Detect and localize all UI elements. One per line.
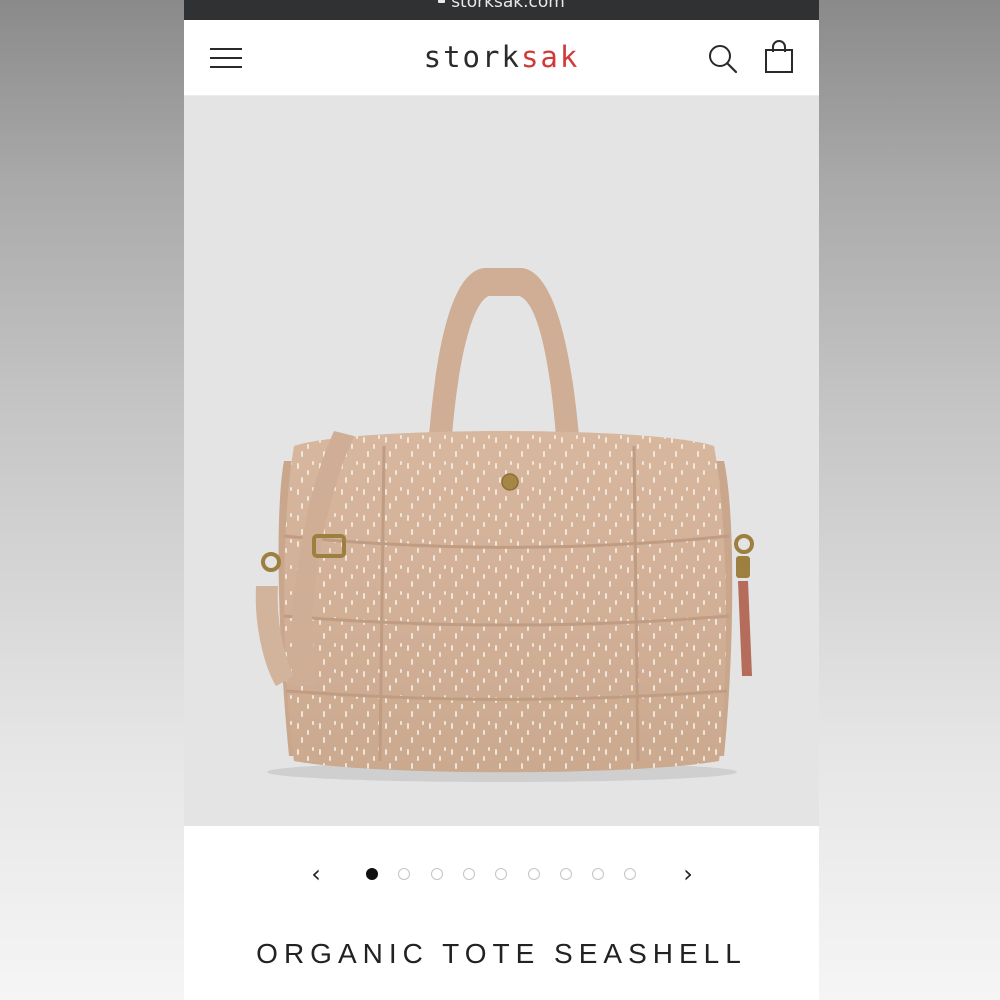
logo-accent: sak <box>520 40 580 74</box>
tote-bag-illustration <box>255 268 754 782</box>
carousel-dot[interactable] <box>559 868 572 880</box>
phone-screen: storksak.com storksak ‹ › ORGANIC TOTE S… <box>184 0 819 1000</box>
product-image[interactable] <box>184 96 819 826</box>
carousel-dot[interactable] <box>495 868 508 880</box>
carousel-dot[interactable] <box>430 868 443 880</box>
carousel-prev-arrow[interactable]: ‹ <box>304 858 328 892</box>
site-header: storksak <box>184 20 819 96</box>
carousel-dot[interactable] <box>462 868 475 880</box>
carousel-dot[interactable] <box>592 868 605 880</box>
image-carousel-controls: ‹ › <box>184 858 819 892</box>
carousel-dot[interactable] <box>366 868 378 880</box>
carousel-dot[interactable] <box>527 868 540 880</box>
shopping-bag-icon[interactable] <box>764 40 794 74</box>
logo-main: stork <box>423 40 521 74</box>
carousel-dot[interactable] <box>398 868 411 880</box>
search-icon[interactable] <box>708 44 738 74</box>
carousel-dot[interactable] <box>624 868 637 880</box>
carousel-next-arrow[interactable]: › <box>676 858 700 892</box>
product-title: ORGANIC TOTE SEASHELL <box>256 938 747 969</box>
url-text: storksak.com <box>451 0 565 12</box>
lock-icon <box>438 0 446 3</box>
browser-url-bar[interactable]: storksak.com <box>184 0 819 20</box>
